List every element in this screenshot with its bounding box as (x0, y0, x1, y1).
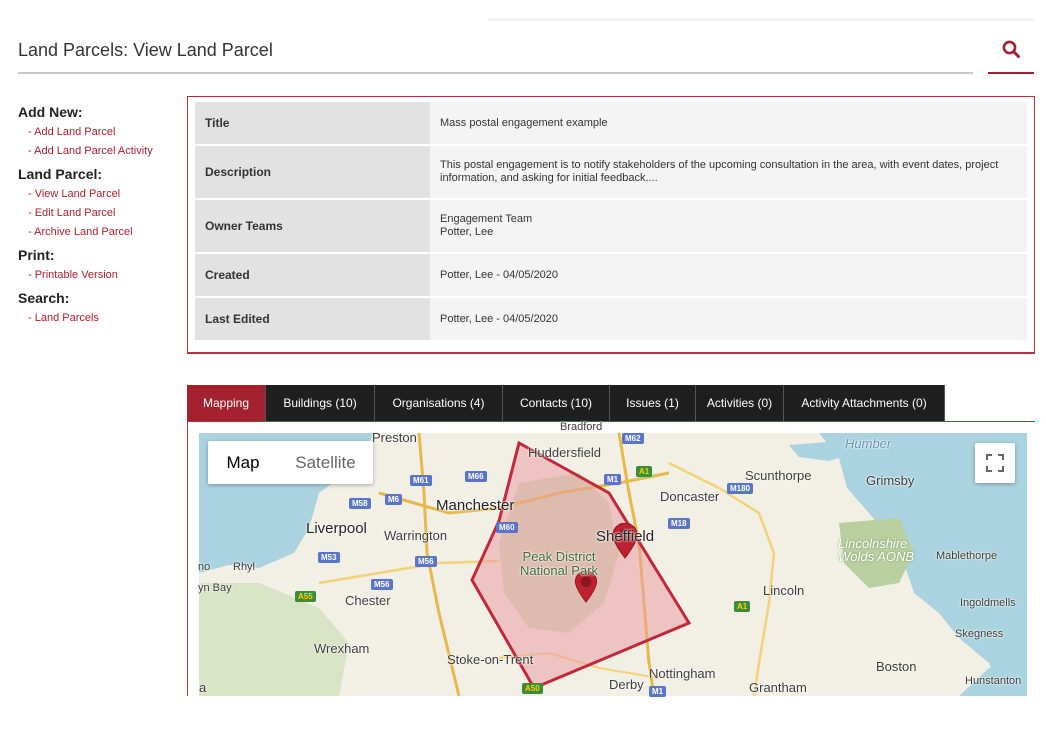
road-shield: A50 (522, 683, 543, 694)
map-label-rhyl: Rhyl (233, 561, 256, 573)
map-label-chester: Chester (345, 593, 391, 608)
map-label-sheffield: Sheffield (596, 528, 655, 545)
owner-team-line: Engagement Team (440, 213, 533, 225)
map-label-yn-bay: yn Bay (198, 582, 232, 594)
detail-label: Owner Teams (195, 200, 430, 252)
tab-activities[interactable]: Activities (0) (696, 385, 784, 421)
road-shield: A55 (295, 591, 316, 602)
map-type-satellite-button[interactable]: Satellite (278, 441, 373, 484)
detail-row-created: Created Potter, Lee - 04/05/2020 (195, 254, 1034, 297)
road-shield: M18 (668, 518, 690, 529)
sidebar-link-archive-land-parcel[interactable]: - Archive Land Parcel (28, 226, 183, 238)
tab-issues[interactable]: Issues (1) (610, 385, 696, 421)
detail-row-title: Title Mass postal engagement example (195, 102, 1034, 145)
detail-value: This postal engagement is to notify stak… (430, 146, 1027, 198)
search-icon (1002, 40, 1020, 58)
sidebar-link-land-parcels[interactable]: - Land Parcels (28, 312, 183, 324)
detail-row-owner-teams: Owner Teams Engagement Team Potter, Lee (195, 200, 1034, 253)
detail-label: Title (195, 102, 430, 144)
map-label-mablethorpe: Mablethorpe (936, 550, 998, 562)
road-shield: M56 (415, 556, 437, 567)
map-label-huddersfield: Huddersfield (528, 445, 601, 460)
map-label-preston: Preston (372, 430, 417, 445)
detail-label: Last Edited (195, 298, 430, 340)
sidebar-heading-print: Print: (18, 247, 55, 263)
tab-mapping[interactable]: Mapping (187, 385, 266, 421)
fullscreen-button[interactable] (975, 443, 1015, 483)
road-shield: M1 (604, 474, 622, 485)
road-shield: A1 (734, 601, 751, 612)
road-shield: M6 (385, 494, 403, 505)
map-label-no: no (198, 561, 211, 573)
road-shield: M53 (318, 552, 340, 563)
sidebar-link-add-land-parcel[interactable]: - Add Land Parcel (28, 126, 183, 138)
tab-buildings[interactable]: Buildings (10) (266, 385, 375, 421)
road-shield: M180 (727, 483, 754, 494)
tab-activity-attachments[interactable]: Activity Attachments (0) (784, 385, 945, 421)
map-label-scunthorpe: Scunthorpe (745, 468, 812, 483)
tab-organisations[interactable]: Organisations (4) (375, 385, 503, 421)
map-label-doncaster: Doncaster (660, 489, 720, 504)
map-label-derby: Derby (609, 677, 644, 692)
road-shield: A1 (636, 466, 653, 477)
road-shield: M58 (349, 498, 371, 509)
map-label-humber: Humber (845, 436, 892, 451)
map-label-hunstanton: Hunstanton (965, 675, 1022, 687)
road-shield: M56 (371, 579, 393, 590)
tab-contacts[interactable]: Contacts (10) (503, 385, 610, 421)
detail-value: Engagement Team Potter, Lee (430, 200, 1027, 252)
detail-value: Potter, Lee - 04/05/2020 (430, 254, 1027, 296)
map-label-stoke-on-trent: Stoke-on-Trent (447, 652, 534, 667)
sidebar-heading-search: Search: (18, 290, 70, 306)
map-label-manchester: Manchester (436, 497, 515, 514)
tab-bar: Mapping Buildings (10) Organisations (4)… (187, 385, 945, 421)
detail-label: Created (195, 254, 430, 296)
map-type-map-button[interactable]: Map (208, 441, 278, 484)
map-type-control: Map Satellite (208, 441, 373, 484)
map-label-edge-a: a (199, 680, 207, 695)
road-shield: M62 (622, 433, 644, 444)
sidebar-link-view-land-parcel[interactable]: - View Land Parcel (28, 188, 183, 200)
map-label-boston: Boston (876, 659, 917, 674)
sidebar-link-printable-version[interactable]: - Printable Version (28, 269, 183, 281)
search-button[interactable] (988, 34, 1034, 74)
sidebar: Add New: - Add Land Parcel - Add Land Pa… (18, 104, 183, 331)
map-label-grantham: Grantham (749, 680, 807, 695)
sidebar-link-edit-land-parcel[interactable]: - Edit Land Parcel (28, 207, 183, 219)
map-label-nottingham: Nottingham (649, 666, 716, 681)
title-underline (18, 72, 973, 74)
sidebar-heading-add-new: Add New: (18, 104, 83, 120)
map-label-grimsby: Grimsby (866, 473, 915, 488)
map-label-liverpool: Liverpool (306, 520, 367, 537)
detail-label: Description (195, 146, 430, 198)
fullscreen-icon (986, 454, 1004, 472)
detail-value: Potter, Lee - 04/05/2020 (430, 298, 1027, 340)
road-shield: M1 (649, 686, 667, 697)
page-title: Land Parcels: View Land Parcel (18, 40, 273, 60)
map-label-lincolnshire-wolds: Lincolnshire Wolds AONB (838, 536, 915, 564)
sidebar-link-add-land-parcel-activity[interactable]: - Add Land Parcel Activity (28, 145, 183, 157)
map-label-ingoldmells: Ingoldmells (960, 597, 1016, 609)
top-divider (488, 19, 1034, 20)
map-label-lincoln: Lincoln (763, 583, 805, 598)
road-shield: M66 (465, 471, 487, 482)
owner-team-line: Potter, Lee (440, 226, 494, 238)
map-label-bradford: Bradford (560, 421, 603, 433)
sidebar-heading-land-parcel: Land Parcel: (18, 166, 103, 182)
detail-row-last-edited: Last Edited Potter, Lee - 04/05/2020 (195, 298, 1034, 341)
map-label-skegness: Skegness (955, 628, 1004, 640)
map-label-warrington: Warrington (384, 528, 448, 543)
details-panel: Title Mass postal engagement example Des… (187, 96, 1035, 354)
detail-row-description: Description This postal engagement is to… (195, 146, 1034, 199)
detail-value: Mass postal engagement example (430, 102, 1027, 144)
map-label-peak-district: Peak District National Park (520, 549, 599, 578)
road-shield: M60 (496, 522, 518, 533)
road-shield: M61 (410, 475, 432, 486)
map-label-wrexham: Wrexham (314, 641, 370, 656)
